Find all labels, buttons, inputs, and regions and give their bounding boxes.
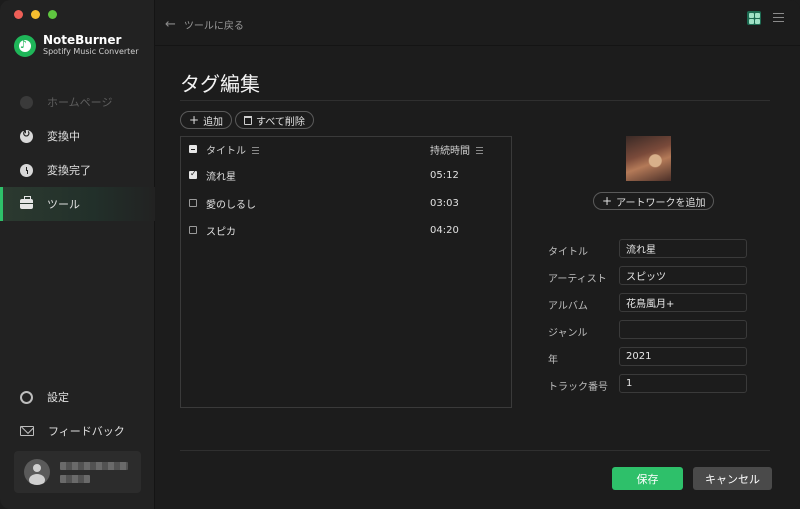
table-row[interactable]: 流れ星 05:12	[181, 161, 511, 189]
year-label: 年	[548, 355, 558, 366]
topbar: ← ツールに戻る	[155, 0, 800, 46]
converted-icon	[20, 163, 33, 177]
main-content: ← ツールに戻る タグ編集 + 追加 すべて削除 タイトル 持続時間 流れ星	[155, 0, 800, 509]
sidebar-item-converting[interactable]: 変換中	[0, 119, 155, 153]
back-to-tools-button[interactable]: ← ツールに戻る	[165, 16, 244, 33]
album-label: アルバム	[548, 301, 588, 312]
sidebar-item-home[interactable]: ホームページ	[0, 85, 155, 119]
track-list: タイトル 持続時間 流れ星 05:12 愛のしるし 03:03 スピカ 04:2…	[180, 136, 512, 408]
add-artwork-label: アートワークを追加	[616, 197, 706, 209]
album-artwork	[626, 136, 671, 181]
year-field[interactable]	[619, 347, 747, 366]
sidebar-item-label: ホームページ	[47, 96, 113, 109]
track-title: 愛のしるし	[206, 199, 256, 211]
sidebar-item-label: ツール	[47, 198, 80, 211]
delete-all-label: すべて削除	[256, 116, 305, 128]
user-account-card[interactable]	[14, 451, 141, 493]
save-button[interactable]: 保存	[612, 467, 683, 490]
minimize-window-button[interactable]	[31, 10, 40, 19]
sidebar-item-tools[interactable]: ツール	[0, 187, 155, 221]
delete-all-button[interactable]: すべて削除	[235, 111, 314, 129]
title-label: タイトル	[548, 247, 588, 258]
track-number-label: トラック番号	[548, 382, 608, 393]
divider	[180, 100, 770, 101]
track-duration: 03:03	[430, 197, 459, 209]
title-field[interactable]	[619, 239, 747, 258]
table-row[interactable]: 愛のしるし 03:03	[181, 189, 511, 217]
column-header-duration[interactable]: 持続時間	[430, 142, 483, 157]
redacted-user-email	[60, 474, 90, 483]
sort-icon[interactable]	[476, 147, 483, 154]
app-window: NoteBurner Spotify Music Converter ホームペー…	[0, 0, 800, 509]
track-title: スピカ	[206, 226, 236, 238]
track-number-field[interactable]	[619, 374, 747, 393]
redacted-user-name	[60, 461, 128, 470]
mail-icon	[20, 426, 34, 436]
brand: NoteBurner Spotify Music Converter	[14, 34, 139, 57]
avatar	[24, 459, 50, 485]
arrow-left-icon: ←	[165, 16, 176, 32]
noteburner-logo-icon	[14, 34, 36, 57]
user-info-redacted	[60, 461, 128, 483]
sidebar-item-feedback[interactable]: フィードバック	[0, 414, 155, 448]
gear-icon	[20, 390, 33, 404]
sidebar-item-converted[interactable]: 変換完了	[0, 153, 155, 187]
add-button-label: 追加	[203, 116, 224, 128]
app-name: NoteBurner	[43, 33, 122, 47]
sidebar-bottom-nav: 設定 フィードバック	[0, 380, 155, 448]
sidebar-item-settings[interactable]: 設定	[0, 380, 155, 414]
genre-field[interactable]	[619, 320, 747, 339]
toolbox-icon	[20, 196, 33, 209]
trash-icon	[244, 115, 252, 125]
column-header-title[interactable]: タイトル	[206, 142, 259, 157]
column-header-duration-label: 持続時間	[430, 145, 470, 157]
sort-icon[interactable]	[252, 147, 259, 154]
app-subtitle: Spotify Music Converter	[43, 47, 139, 56]
sidebar-item-label: 変換完了	[47, 164, 91, 177]
convert-icon	[20, 129, 33, 143]
track-duration: 05:12	[430, 169, 459, 181]
album-field[interactable]	[619, 293, 747, 312]
window-controls	[14, 10, 57, 19]
table-header: タイトル 持続時間	[181, 137, 511, 161]
grid-view-icon[interactable]	[747, 11, 761, 25]
select-all-checkbox[interactable]	[189, 145, 197, 153]
home-icon	[20, 95, 33, 109]
sidebar-item-label: フィードバック	[48, 425, 125, 438]
sidebar-nav: ホームページ 変換中 変換完了 ツール	[0, 85, 155, 221]
maximize-window-button[interactable]	[48, 10, 57, 19]
artist-label: アーティスト	[548, 274, 607, 285]
table-row[interactable]: スピカ 04:20	[181, 216, 511, 244]
page-title: タグ編集	[180, 72, 260, 96]
row-checkbox[interactable]	[189, 226, 197, 234]
sidebar-item-label: 変換中	[47, 130, 80, 143]
back-label: ツールに戻る	[183, 21, 244, 32]
sidebar: NoteBurner Spotify Music Converter ホームペー…	[0, 0, 155, 509]
sidebar-item-label: 設定	[47, 391, 69, 404]
plus-icon: +	[602, 194, 613, 208]
divider	[180, 450, 770, 451]
menu-icon[interactable]	[773, 12, 784, 23]
track-title: 流れ星	[206, 171, 236, 183]
row-checkbox[interactable]	[189, 169, 197, 179]
add-artwork-button[interactable]: + アートワークを追加	[593, 192, 715, 210]
column-header-title-label: タイトル	[206, 145, 246, 157]
cancel-button[interactable]: キャンセル	[693, 467, 772, 490]
plus-icon: +	[189, 113, 200, 127]
add-button[interactable]: + 追加	[180, 111, 233, 129]
genre-label: ジャンル	[548, 328, 588, 339]
artist-field[interactable]	[619, 266, 747, 285]
track-duration: 04:20	[430, 224, 459, 236]
row-checkbox[interactable]	[189, 199, 197, 207]
close-window-button[interactable]	[14, 10, 23, 19]
